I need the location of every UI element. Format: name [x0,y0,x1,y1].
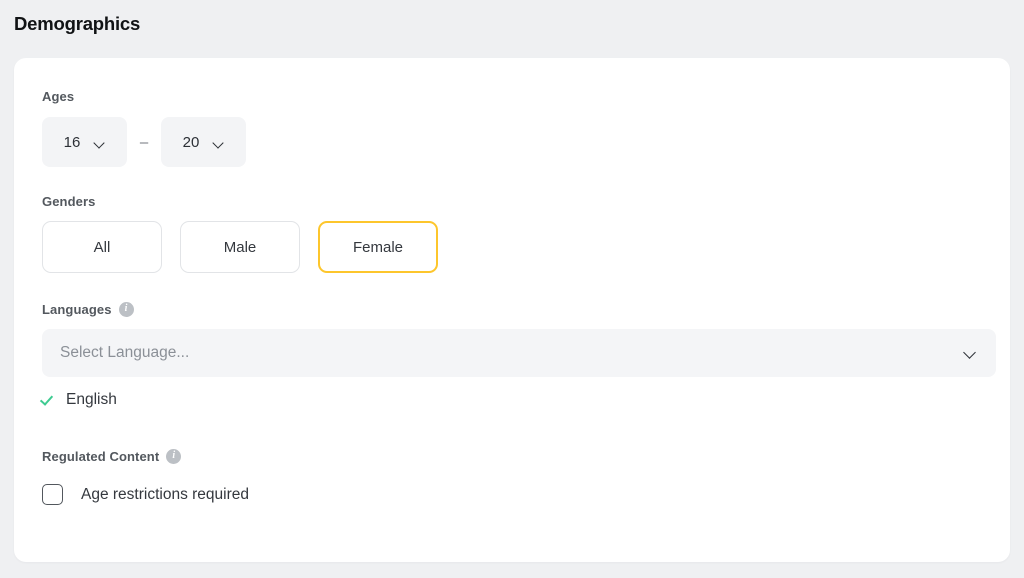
languages-label-text: Languages [42,302,112,317]
age-max-select[interactable]: 20 [161,117,246,167]
age-min-value: 16 [63,133,81,151]
languages-label: Languages i [42,302,996,317]
gender-option-all[interactable]: All [42,221,162,273]
info-icon[interactable]: i [166,449,182,464]
ages-section: Ages 16 – 20 [42,89,246,167]
age-restriction-checkbox[interactable] [42,484,63,505]
demographics-card: Ages 16 – 20 Genders All Male Female Lan… [14,58,1010,562]
ages-label: Ages [42,89,75,104]
chevron-down-icon [213,139,224,146]
list-item[interactable]: English [42,391,996,409]
age-restriction-row: Age restrictions required [42,484,249,505]
chevron-down-icon [94,139,105,146]
genders-section: Genders All Male Female [42,194,438,273]
genders-options: All Male Female [42,221,438,273]
languages-section: Languages i Select Language... English [42,302,996,409]
genders-label: Genders [42,194,96,209]
language-name: English [66,391,117,408]
gender-option-male[interactable]: Male [180,221,300,273]
language-select[interactable]: Select Language... [42,329,996,377]
page-title: Demographics [14,13,141,34]
regulated-content-label-text: Regulated Content [42,449,160,464]
age-max-value: 20 [182,133,200,151]
age-restriction-label[interactable]: Age restrictions required [81,486,249,504]
gender-option-female[interactable]: Female [318,221,438,273]
age-min-select[interactable]: 16 [42,117,127,167]
check-icon [42,393,56,407]
selected-languages-list: English [42,391,996,409]
chevron-down-icon [964,348,976,356]
ages-row: 16 – 20 [42,117,246,167]
regulated-content-section: Regulated Content i Age restrictions req… [42,449,249,505]
age-range-separator: – [139,133,149,151]
info-icon[interactable]: i [118,302,134,317]
language-select-placeholder: Select Language... [60,344,190,361]
regulated-content-label: Regulated Content i [42,449,249,464]
